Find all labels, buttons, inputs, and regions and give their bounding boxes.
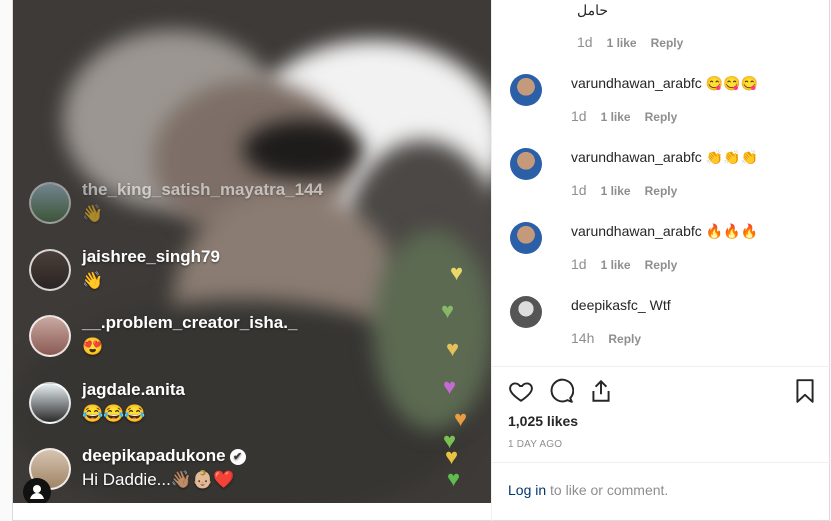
live-comment: the_king_satish_mayatra_144 👋 [29, 178, 359, 245]
live-comment-user[interactable]: jaishree_singh79 [82, 247, 220, 267]
like-count[interactable]: 1,025 likes [508, 413, 578, 429]
post-video[interactable]: ♥ ♥ ♥ ♥ ♥ ♥ ♥ ♥ the_king_satish_mayatra_… [13, 0, 491, 503]
comment-age[interactable]: 14h [571, 330, 594, 346]
comment-text: varundhawan_arabfc 🔥🔥🔥 [571, 223, 758, 240]
comment-likes[interactable]: 1 like [601, 184, 631, 198]
comment-text: varundhawan_arabfc 👏👏👏 [571, 149, 758, 166]
action-bar [508, 378, 818, 406]
login-prompt-text: to like or comment. [546, 482, 669, 498]
login-prompt: Log in to like or comment. [508, 482, 668, 498]
comment-body: 👏👏👏 [705, 149, 758, 165]
heart-icon: ♥ [446, 336, 460, 361]
live-comment-user[interactable]: the_king_satish_mayatra_144 [82, 180, 323, 200]
comment-body: 🔥🔥🔥 [705, 223, 758, 239]
avatar[interactable] [510, 74, 542, 106]
login-link[interactable]: Log in [508, 482, 546, 498]
live-comment-text: 😂😂😂 [82, 403, 146, 423]
comment-text: deepikasfc_ Wtf [571, 297, 671, 313]
comments-panel: حامل 1d 1 like Reply varundhawan_arabfc 😋😋… [491, 0, 831, 521]
live-comment: jaishree_singh79 👋 [29, 245, 359, 312]
comment-text: varundhawan_arabfc 😋😋😋 [571, 75, 758, 92]
comment-age[interactable]: 1d [571, 108, 587, 124]
heart-icon: ♥ [445, 444, 459, 469]
comment-user[interactable]: varundhawan_arabfc [571, 75, 702, 91]
avatar[interactable] [29, 381, 71, 424]
reply-button[interactable]: Reply [651, 36, 684, 50]
avatar[interactable] [510, 222, 542, 254]
post-frame: ♥ ♥ ♥ ♥ ♥ ♥ ♥ ♥ the_king_satish_mayatra_… [12, 0, 831, 521]
live-comment-text: 👋 [82, 204, 104, 223]
comment-meta: 1d 1 like Reply [571, 108, 691, 124]
avatar[interactable] [29, 182, 71, 224]
comment-likes[interactable]: 1 like [607, 36, 637, 50]
bookmark-icon[interactable] [792, 378, 818, 409]
divider [492, 366, 831, 367]
live-comments: the_king_satish_mayatra_144 👋 jaishree_s… [29, 178, 359, 503]
comment-user[interactable]: varundhawan_arabfc [571, 149, 702, 165]
comment-meta: 14h Reply [571, 330, 655, 346]
avatar[interactable] [29, 248, 71, 291]
comment-user[interactable]: deepikasfc_ [571, 297, 646, 313]
verified-badge-icon: ✔ [229, 449, 246, 465]
reply-button[interactable]: Reply [645, 184, 678, 198]
heart-icon: ♥ [443, 374, 457, 399]
share-icon[interactable] [588, 378, 614, 409]
heart-icon: ♥ [441, 298, 455, 323]
live-comment: jagdale.anita 😂😂😂 [29, 378, 359, 445]
reply-button[interactable]: Reply [608, 332, 641, 346]
comment-age[interactable]: 1d [577, 34, 593, 50]
heart-icon: ♥ [447, 466, 461, 491]
reply-button[interactable]: Reply [645, 258, 678, 272]
comment-user[interactable]: varundhawan_arabfc [571, 223, 702, 239]
speech-bubble-icon[interactable] [548, 378, 575, 409]
heart-icon: ♥ [450, 260, 464, 285]
comment-likes[interactable]: 1 like [601, 258, 631, 272]
comment-meta: 1d 1 like Reply [571, 182, 691, 198]
live-comment-username[interactable]: deepikapadukone [82, 446, 226, 465]
comment-meta: 1d 1 like Reply [577, 34, 697, 50]
live-comment-text: 😍 [82, 337, 104, 356]
comment-list: حامل 1d 1 like Reply varundhawan_arabfc 😋😋… [492, 0, 831, 366]
comment-text: حامل [577, 2, 609, 18]
comment-body: Wtf [649, 297, 671, 313]
comment-body: 😋😋😋 [705, 75, 758, 91]
live-comment-text: 👋 [82, 270, 104, 290]
live-comment: deepikapadukone ✔ Hi Daddie...👋🏽👶🏼❤️ [29, 444, 359, 503]
live-comment-user[interactable]: deepikapadukone ✔ [82, 446, 246, 466]
avatar[interactable] [29, 315, 71, 357]
live-comment: __.problem_creator_isha._ 😍 [29, 311, 359, 378]
heart-outline-icon[interactable] [508, 378, 534, 409]
comment-age[interactable]: 1d [571, 182, 587, 198]
account-icon[interactable] [23, 478, 51, 503]
comment-likes[interactable]: 1 like [601, 110, 631, 124]
live-comment-text: Hi Daddie...👋🏽👶🏼❤️ [82, 470, 235, 489]
comment-meta: 1d 1 like Reply [571, 256, 691, 272]
live-comment-user[interactable]: __.problem_creator_isha._ [82, 313, 297, 333]
post-timestamp[interactable]: 1 DAY AGO [508, 439, 562, 450]
heart-icon: ♥ [454, 406, 468, 431]
divider [492, 462, 831, 463]
comment-age[interactable]: 1d [571, 256, 587, 272]
reply-button[interactable]: Reply [645, 110, 678, 124]
avatar[interactable] [510, 296, 542, 328]
avatar[interactable] [510, 148, 542, 180]
live-comment-user[interactable]: jagdale.anita [82, 380, 185, 400]
